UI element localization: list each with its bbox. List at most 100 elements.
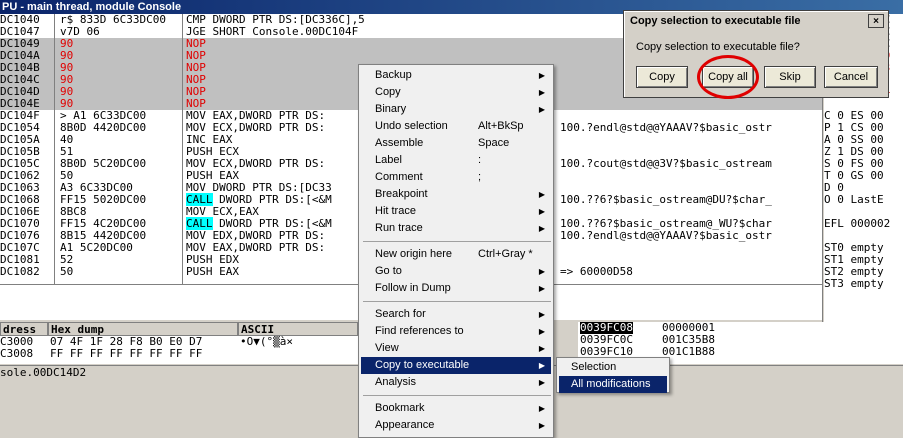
menu-item-label: Search for (375, 308, 426, 320)
menu-item-label: Hit trace (375, 205, 416, 217)
menu-item-find-references-to[interactable]: Find references to ▶ (361, 323, 551, 340)
dump-ascii-header[interactable]: ASCII (238, 322, 358, 336)
disasm-comment: => 60000D58 (560, 265, 633, 278)
disasm-instruction: PUSH EAX (186, 265, 239, 278)
register-row[interactable]: O 0 LastE (824, 194, 903, 206)
menu-item-label: New origin here (375, 248, 453, 260)
menu-item-label: Follow in Dump (375, 282, 451, 294)
submenu-arrow-icon: ▶ (538, 267, 545, 276)
menu-item-label: Breakpoint (375, 188, 428, 200)
copy-to-executable-dialog: Copy selection to executable file × Copy… (623, 10, 889, 98)
menu-item-run-trace[interactable]: Run trace ▶ (361, 220, 551, 237)
context-menu[interactable]: Backup ▶ Copy ▶ Binary ▶ Undo selection Alt+BkS… (358, 64, 554, 438)
submenu-arrow-icon: ▶ (538, 344, 545, 353)
menu-item-undo-selection[interactable]: Undo selection Alt+BkSp (361, 118, 551, 135)
submenu-arrow-icon: ▶ (538, 207, 545, 216)
submenu-arrow-icon: ▶ (538, 421, 545, 430)
menu-item-bookmark[interactable]: Bookmark ▶ (361, 400, 551, 417)
disasm-comment: 100.?endl@std@@YAAAV?$basic_ostr (560, 121, 772, 134)
menu-item-label: Binary (375, 103, 407, 115)
menu-item-shortcut: ; (478, 171, 482, 183)
submenu-arrow-icon: ▶ (538, 310, 545, 319)
register-row[interactable]: ST3 empty (824, 278, 903, 290)
menu-item-view[interactable]: View ▶ (361, 340, 551, 357)
menu-item-label: Copy (375, 86, 401, 98)
submenu-arrow-icon: ▶ (538, 327, 545, 336)
menu-item-label: Copy to executable (375, 359, 470, 371)
menu-item-shortcut: Ctrl+Gray * (478, 248, 533, 260)
cancel-button[interactable]: Cancel (824, 66, 878, 88)
menu-item-label: Assemble (375, 137, 424, 149)
status-text: sole.00DC14D2 (0, 366, 87, 379)
menu-item-label: View (375, 342, 399, 354)
menu-item-label: Comment (375, 171, 423, 183)
menu-item-label: Go to (375, 265, 402, 277)
dump-ascii: •O▼(°▒à× (240, 336, 293, 348)
disasm-comment: 100.??6?$basic_ostream@DU?$char_ (560, 193, 772, 206)
submenu-arrow-icon: ▶ (538, 404, 545, 413)
menu-separator (363, 241, 551, 242)
submenu-item-selection[interactable]: Selection (559, 359, 667, 376)
menu-item-backup[interactable]: Backup ▶ (361, 67, 551, 84)
menu-item-label: Analysis (375, 376, 416, 388)
disasm-comment: 100.?endl@std@@YAAAV?$basic_ostr (560, 229, 772, 242)
menu-separator (363, 395, 551, 396)
dialog-close-button[interactable]: × (868, 14, 884, 28)
column-divider (54, 14, 55, 284)
menu-item-label: Label (375, 154, 402, 166)
disasm-hex: 50 (60, 265, 74, 278)
skip-button[interactable]: Skip (764, 66, 816, 88)
register-row[interactable]: EFL 000002 (824, 218, 903, 230)
menu-item-label: Appearance (375, 419, 435, 431)
menu-item-label[interactable]: Label: (361, 152, 551, 169)
dump-pane[interactable]: C3000 07 4F 1F 28 F8 B0 E0 D7 •O▼(°▒à× C300… (0, 336, 358, 364)
submenu-arrow-icon: ▶ (538, 284, 545, 293)
menu-separator (363, 301, 551, 302)
submenu-item-label: All modifications (571, 378, 651, 390)
copy-to-executable-submenu[interactable]: Selection All modifications (556, 357, 670, 393)
disasm-instruction: JGE SHORT Console.00DC104F (186, 25, 359, 38)
menu-item-comment[interactable]: Comment; (361, 169, 551, 186)
submenu-arrow-icon: ▶ (538, 378, 545, 387)
submenu-arrow-icon: ▶ (538, 105, 545, 114)
menu-item-go-to[interactable]: Go to ▶ (361, 263, 551, 280)
menu-item-breakpoint[interactable]: Breakpoint ▶ (361, 186, 551, 203)
submenu-item-label: Selection (571, 361, 617, 373)
menu-item-appearance[interactable]: Appearance ▶ (361, 417, 551, 434)
menu-item-shortcut: Alt+BkSp (478, 120, 524, 132)
menu-item-assemble[interactable]: Assemble Space (361, 135, 551, 152)
submenu-arrow-icon: ▶ (538, 190, 545, 199)
dump-hex: FF FF FF FF FF FF FF FF (50, 347, 203, 360)
dump-address: C3008 (0, 347, 34, 360)
dialog-message: Copy selection to executable file? (636, 41, 800, 53)
menu-item-label: Run trace (375, 222, 423, 234)
menu-item-copy[interactable]: Copy ▶ (361, 84, 551, 101)
menu-item-shortcut: : (478, 154, 482, 166)
disasm-address: DC1082 (0, 265, 40, 278)
menu-item-label: Find references to (375, 325, 464, 337)
menu-item-new-origin-here[interactable]: New origin here Ctrl+Gray * (361, 246, 551, 263)
submenu-arrow-icon: ▶ (538, 361, 545, 370)
menu-item-search-for[interactable]: Search for ▶ (361, 306, 551, 323)
menu-item-label: Bookmark (375, 402, 425, 414)
menu-item-analysis[interactable]: Analysis ▶ (361, 374, 551, 391)
menu-item-follow-in-dump[interactable]: Follow in Dump ▶ (361, 280, 551, 297)
column-divider (182, 14, 183, 284)
submenu-arrow-icon: ▶ (538, 71, 545, 80)
dialog-title: Copy selection to executable file (626, 13, 884, 29)
disasm-comment: 100.?cout@std@@3V?$basic_ostream (560, 157, 772, 170)
menu-item-copy-to-executable[interactable]: Copy to executable ▶ (361, 357, 551, 374)
menu-item-binary[interactable]: Binary ▶ (361, 101, 551, 118)
menu-item-shortcut: Space (478, 137, 510, 149)
menu-item-label: Undo selection (375, 120, 448, 132)
dump-hex-header[interactable]: Hex dump (48, 322, 238, 336)
dump-address-header[interactable]: dress (0, 322, 48, 336)
submenu-arrow-icon: ▶ (538, 88, 545, 97)
copy-all-button[interactable]: Copy all (702, 66, 754, 88)
submenu-item-all-modifications[interactable]: All modifications (559, 376, 667, 393)
menu-item-hit-trace[interactable]: Hit trace ▶ (361, 203, 551, 220)
dump-row[interactable]: C3008 FF FF FF FF FF FF FF FF (0, 348, 358, 360)
copy-button[interactable]: Copy (636, 66, 688, 88)
submenu-arrow-icon: ▶ (538, 224, 545, 233)
menu-item-label: Backup (375, 69, 412, 81)
